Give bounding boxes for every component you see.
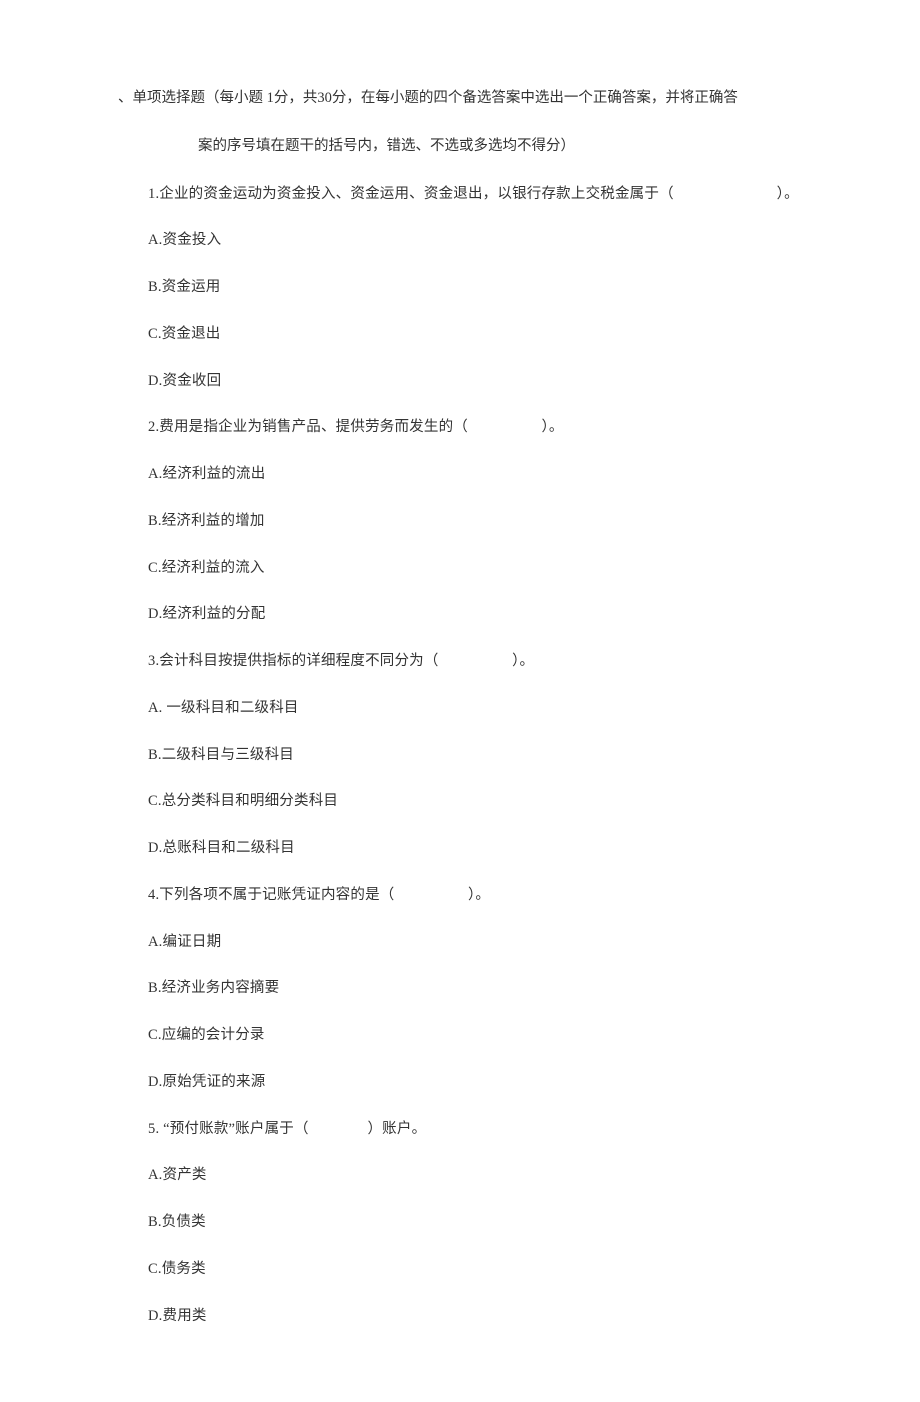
question-stem: 4.下列各项不属于记账凭证内容的是（ ）。 bbox=[148, 885, 820, 907]
option-c: C.经济利益的流入 bbox=[148, 558, 820, 580]
question-stem: 1.企业的资金运动为资金投入、资金运用、资金退出，以银行存款上交税金属于（ ）。 bbox=[148, 184, 820, 206]
option-c: C.资金退出 bbox=[148, 324, 820, 346]
option-b: B.资金运用 bbox=[148, 277, 820, 299]
option-c: C.总分类科目和明细分类科目 bbox=[148, 791, 820, 813]
option-b: B.经济业务内容摘要 bbox=[148, 978, 820, 1000]
section-header: 、单项选择题（每小题 1分，共30分，在每小题的四个备选答案中选出一个正确答案，… bbox=[118, 88, 820, 158]
option-b: B.二级科目与三级科目 bbox=[148, 745, 820, 767]
option-a: A.资产类 bbox=[148, 1165, 820, 1187]
question-stem: 5. “预付账款”账户属于（ ）账户。 bbox=[148, 1119, 820, 1141]
question-2: 2.费用是指企业为销售产品、提供劳务而发生的（ ）。 A.经济利益的流出 B.经… bbox=[148, 417, 820, 626]
section-header-line2: 案的序号填在题干的括号内，错选、不选或多选均不得分） bbox=[118, 136, 820, 158]
option-b: B.负债类 bbox=[148, 1212, 820, 1234]
option-a: A. 一级科目和二级科目 bbox=[148, 698, 820, 720]
section-header-line1: 、单项选择题（每小题 1分，共30分，在每小题的四个备选答案中选出一个正确答案，… bbox=[118, 90, 738, 106]
option-d: D.总账科目和二级科目 bbox=[148, 838, 820, 860]
option-a: A.经济利益的流出 bbox=[148, 464, 820, 486]
question-stem: 3.会计科目按提供指标的详细程度不同分为（ ）。 bbox=[148, 651, 820, 673]
question-3: 3.会计科目按提供指标的详细程度不同分为（ ）。 A. 一级科目和二级科目 B.… bbox=[148, 651, 820, 860]
question-5: 5. “预付账款”账户属于（ ）账户。 A.资产类 B.负债类 C.债务类 D.… bbox=[148, 1119, 820, 1328]
question-1: 1.企业的资金运动为资金投入、资金运用、资金退出，以银行存款上交税金属于（ ）。… bbox=[148, 184, 820, 393]
option-d: D.经济利益的分配 bbox=[148, 604, 820, 626]
option-c: C.应编的会计分录 bbox=[148, 1025, 820, 1047]
option-d: D.原始凭证的来源 bbox=[148, 1072, 820, 1094]
option-a: A.编证日期 bbox=[148, 932, 820, 954]
option-c: C.债务类 bbox=[148, 1259, 820, 1281]
option-d: D.资金收回 bbox=[148, 371, 820, 393]
question-4: 4.下列各项不属于记账凭证内容的是（ ）。 A.编证日期 B.经济业务内容摘要 … bbox=[148, 885, 820, 1094]
option-d: D.费用类 bbox=[148, 1306, 820, 1328]
question-stem: 2.费用是指企业为销售产品、提供劳务而发生的（ ）。 bbox=[148, 417, 820, 439]
option-b: B.经济利益的增加 bbox=[148, 511, 820, 533]
option-a: A.资金投入 bbox=[148, 230, 820, 252]
